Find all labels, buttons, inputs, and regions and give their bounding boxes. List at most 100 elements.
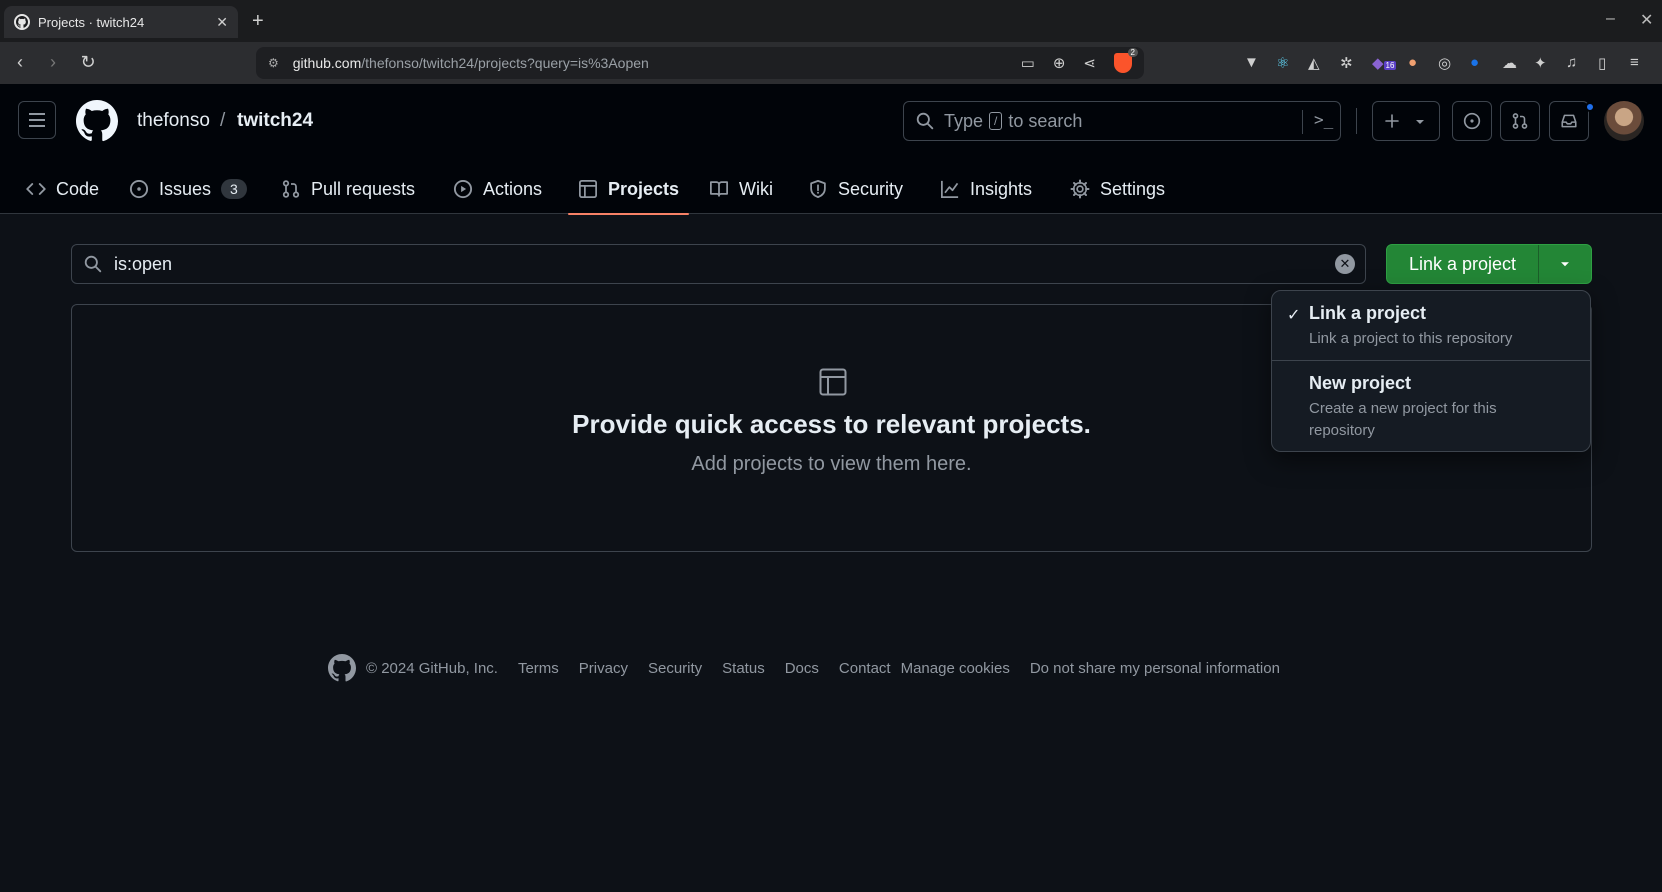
forward-icon[interactable]: › [42,51,64,73]
browser-tab[interactable]: Projects · twitch24 ✕ [4,6,238,38]
target-extension-icon[interactable]: ◎ [1438,54,1451,72]
site-footer: © 2024 GitHub, Inc. Terms Privacy Securi… [328,652,1300,684]
brave-shields-icon[interactable]: 2 [1114,48,1138,73]
footer-link-terms[interactable]: Terms [518,660,559,677]
tab-close-icon[interactable]: ✕ [216,14,228,31]
menu-item-title: New project [1309,373,1412,393]
github-logo-icon[interactable] [328,654,356,682]
music-icon[interactable]: ♫ [1566,54,1577,71]
cast-icon[interactable]: ▭ [1021,54,1035,72]
github-favicon-icon [14,14,30,30]
window-close-icon[interactable]: ✕ [1640,10,1653,30]
footer-link-security[interactable]: Security [648,660,702,677]
zoom-icon[interactable]: ⊕ [1053,54,1066,72]
link-project-button-group: Link a project [1386,244,1592,284]
back-icon[interactable]: ‹ [9,51,31,73]
pull-request-icon [282,180,300,198]
graph-icon [941,180,959,198]
search-placeholder: Type / to search [944,110,1083,131]
git-pull-request-icon [1512,113,1528,129]
book-icon [710,181,728,197]
notification-indicator [1585,102,1595,112]
tab-issues[interactable]: Issues 3 [129,164,247,214]
gear-icon [1070,179,1090,199]
user-avatar[interactable] [1604,101,1644,141]
site-info-icon[interactable]: ⚙ [268,56,279,70]
filter-value[interactable]: is:open [114,254,1335,275]
blankslate-text: Add projects to view them here. [691,453,972,475]
command-palette-icon[interactable]: >_ [1314,110,1333,129]
footer-copyright: © 2024 GitHub, Inc. [366,659,498,677]
footer-link-privacy[interactable]: Privacy [579,660,628,677]
repo-name-link[interactable]: twitch24 [237,110,313,132]
sidebar-toggle-icon[interactable]: ▯ [1598,54,1606,72]
search-icon [916,112,934,130]
issues-button[interactable] [1452,101,1492,141]
breadcrumb-separator: / [220,110,226,131]
table-icon [819,368,847,396]
tab-security[interactable]: Security [808,164,903,214]
vpn-extension-icon[interactable]: ▼ [1244,54,1259,71]
graduation-extension-icon[interactable]: ◆ 16 [1372,54,1397,72]
angular-extension-icon[interactable]: ◭ [1308,54,1320,72]
projects-filter-input[interactable]: is:open ✕ [71,244,1366,284]
react-extension-icon[interactable]: ⚛ [1276,54,1289,72]
share-icon[interactable]: ⋖ [1083,54,1096,72]
tab-projects[interactable]: Projects [567,164,690,215]
inbox-icon [1561,114,1577,128]
browser-menu-icon[interactable]: ≡ [1630,54,1639,71]
footer-link-status[interactable]: Status [722,660,765,677]
triangle-down-icon [1561,262,1569,267]
menu-item-description: Link a project to this repository [1309,330,1513,347]
address-bar[interactable]: ⚙ github.com/thefonso/twitch24/projects?… [256,47,1144,79]
check-icon: ✓ [1287,307,1301,324]
shield-icon [810,180,826,198]
link-project-dropdown-menu: ✓ Link a project Link a project to this … [1271,290,1591,452]
search-icon [84,255,102,273]
fire-extension-icon[interactable]: ● [1408,54,1417,71]
puzzle-extensions-icon[interactable]: ✦ [1534,54,1547,72]
code-icon [26,183,46,195]
footer-link-docs[interactable]: Docs [785,660,819,677]
search-shortcut-key: / [989,112,1003,130]
tab-insights[interactable]: Insights [940,164,1032,214]
link-project-dropdown-toggle[interactable] [1539,245,1591,283]
clear-filter-icon[interactable]: ✕ [1335,254,1355,274]
menu-item-link-project[interactable]: ✓ Link a project Link a project to this … [1272,303,1590,350]
repo-nav: Code Issues 3 Pull requests Actions Proj… [0,164,1662,215]
github-logo-icon[interactable] [76,100,118,142]
browser-tabstrip: Projects · twitch24 ✕ + – ✕ [0,0,1662,42]
menu-item-description: Create a new project for this repository [1309,400,1497,439]
plus-icon [1385,114,1399,128]
table-icon [579,180,597,198]
reload-icon[interactable]: ↻ [77,51,99,73]
minimize-icon[interactable]: – [1606,10,1615,28]
tab-settings[interactable]: Settings [1070,164,1165,214]
triangle-down-icon [1416,120,1424,124]
tab-pull-requests[interactable]: Pull requests [281,164,415,214]
link-project-button[interactable]: Link a project [1387,245,1539,283]
blue-extension-icon[interactable]: ● [1470,54,1479,71]
github-header: thefonso / twitch24 Type / to search >_ … [0,84,1662,215]
issue-opened-icon [1463,112,1481,130]
tab-code[interactable]: Code [26,164,99,214]
issues-count-badge: 3 [221,179,247,199]
inbox-button[interactable] [1549,101,1589,141]
menu-item-title: Link a project [1309,303,1427,323]
menu-item-new-project[interactable]: New project Create a new project for thi… [1272,373,1590,442]
new-tab-icon[interactable]: + [252,10,264,33]
footer-link-do-not-share[interactable]: Do not share my personal information [1030,660,1280,677]
create-new-button[interactable] [1372,101,1440,141]
repo-owner-link[interactable]: thefonso [137,110,210,132]
global-search-input[interactable]: Type / to search >_ [903,101,1341,141]
tab-wiki[interactable]: Wiki [709,164,773,214]
footer-link-contact[interactable]: Contact [839,660,891,677]
hamburger-menu-button[interactable] [18,101,56,139]
cloud-extension-icon[interactable]: ☁ [1502,54,1517,72]
tab-actions[interactable]: Actions [453,164,542,214]
footer-link-manage-cookies[interactable]: Manage cookies [901,660,1010,677]
tab-title: Projects · twitch24 [38,14,145,30]
settings-extension-icon[interactable]: ✲ [1340,54,1353,72]
issue-icon [129,179,149,199]
pull-requests-button[interactable] [1500,101,1540,141]
